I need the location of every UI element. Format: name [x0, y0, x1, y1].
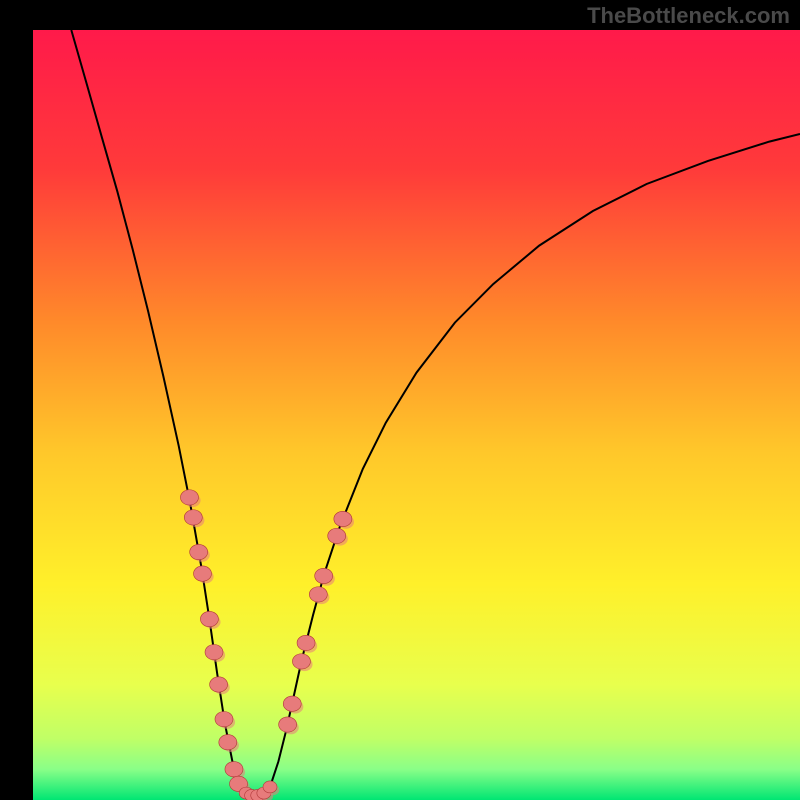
marker-dot — [309, 587, 327, 602]
marker-dot — [283, 696, 301, 711]
marker-dot — [200, 611, 218, 626]
marker-dot — [297, 635, 315, 650]
marker-dot — [292, 654, 310, 669]
chart-svg — [0, 0, 800, 800]
marker-dot — [180, 490, 198, 505]
marker-dot — [334, 511, 352, 526]
marker-dot — [328, 528, 346, 543]
plot-background — [33, 30, 800, 800]
marker-dot — [205, 645, 223, 660]
marker-dot — [215, 712, 233, 727]
marker-dot — [279, 717, 297, 732]
marker-dot — [210, 677, 228, 692]
marker-dot — [263, 781, 277, 793]
marker-dot — [190, 544, 208, 559]
marker-dot — [315, 568, 333, 583]
marker-dot — [194, 566, 212, 581]
marker-dot — [184, 510, 202, 525]
marker-dot — [225, 762, 243, 777]
marker-dot — [219, 735, 237, 750]
watermark-text: TheBottleneck.com — [587, 3, 790, 29]
bottleneck-chart: TheBottleneck.com — [0, 0, 800, 800]
